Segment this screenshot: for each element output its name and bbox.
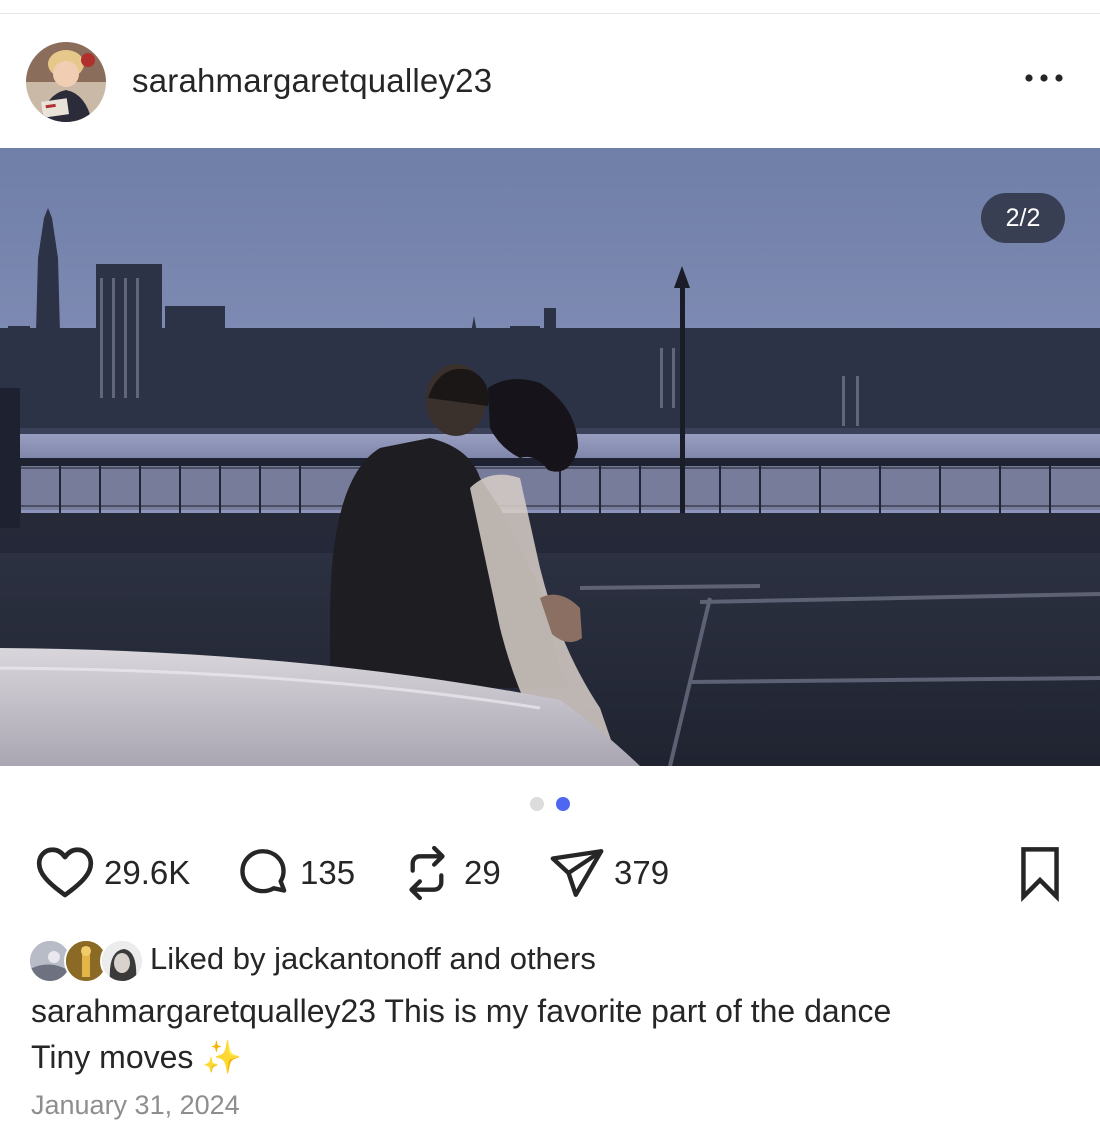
carousel-dot-1[interactable] bbox=[530, 797, 544, 811]
repost-action[interactable]: 29 bbox=[398, 838, 501, 908]
paper-plane-icon[interactable] bbox=[548, 844, 606, 902]
repost-arrows-icon[interactable] bbox=[398, 842, 456, 904]
post-photo[interactable] bbox=[0, 148, 1100, 766]
liker-avatar-3[interactable] bbox=[100, 939, 144, 983]
liker-avatars[interactable] bbox=[28, 936, 144, 983]
post-header: sarahmargaretqualley23 bbox=[0, 40, 1100, 124]
liked-by-others-link[interactable]: others bbox=[510, 941, 596, 976]
post-date[interactable]: January 31, 2024 bbox=[31, 1090, 240, 1121]
comment-bubble-icon[interactable] bbox=[234, 844, 292, 902]
more-icon[interactable] bbox=[1020, 58, 1068, 98]
caption-text: This is my favorite part of the dance bbox=[384, 993, 892, 1029]
repost-count: 29 bbox=[464, 854, 501, 891]
sparkles-emoji: ✨ bbox=[202, 1039, 243, 1075]
like-count: 29.6K bbox=[104, 854, 191, 891]
liked-by-text: Liked by jackantonoff and others bbox=[150, 941, 596, 977]
caption-line-1: sarahmargaretqualley23 This is my favori… bbox=[31, 988, 1071, 1034]
image-counter-badge: 2/2 bbox=[981, 193, 1065, 243]
author-username[interactable]: sarahmargaretqualley23 bbox=[132, 62, 492, 100]
caption-line-2-text: Tiny moves bbox=[31, 1039, 194, 1075]
comment-action[interactable]: 135 bbox=[234, 838, 355, 908]
comment-count: 135 bbox=[300, 854, 356, 891]
liked-by-user-link[interactable]: jackantonoff bbox=[274, 941, 441, 976]
caption-username[interactable]: sarahmargaretqualley23 bbox=[31, 993, 376, 1029]
heart-icon[interactable] bbox=[34, 842, 96, 904]
bookmark-icon[interactable] bbox=[1014, 838, 1066, 908]
top-divider bbox=[0, 13, 1100, 14]
share-action[interactable]: 379 bbox=[548, 838, 669, 908]
share-count: 379 bbox=[614, 854, 670, 891]
post-caption: sarahmargaretqualley23 This is my favori… bbox=[31, 988, 1071, 1080]
liked-by-prefix: Liked by bbox=[150, 941, 266, 976]
carousel-dot-2-active[interactable] bbox=[556, 797, 570, 811]
caption-line-2: Tiny moves ✨ bbox=[31, 1034, 1071, 1080]
liked-by-joiner: and bbox=[449, 941, 502, 976]
liked-by-row: Liked by jackantonoff and others bbox=[28, 932, 596, 986]
carousel-indicator bbox=[528, 797, 572, 811]
like-action[interactable]: 29.6K bbox=[34, 838, 190, 908]
author-avatar[interactable] bbox=[26, 42, 106, 122]
action-bar: 29.6K 135 29 379 bbox=[0, 838, 1100, 908]
